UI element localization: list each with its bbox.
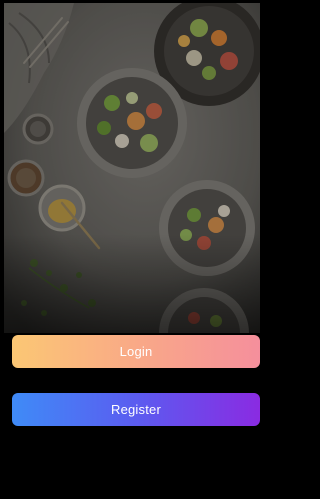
login-screen: Login Register [0, 0, 262, 499]
login-button[interactable]: Login [12, 335, 260, 368]
register-button[interactable]: Register [12, 393, 260, 426]
hero-food-photo [4, 3, 260, 333]
